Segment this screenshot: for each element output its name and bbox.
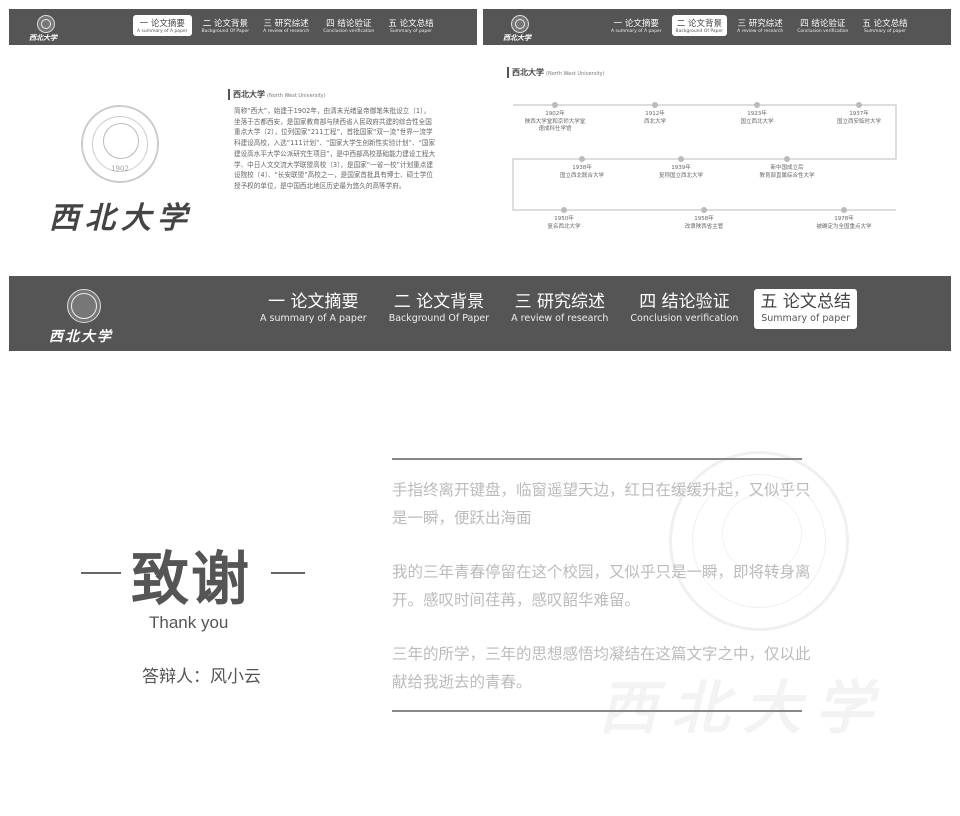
university-logo-text: 西北大学 [49, 329, 113, 345]
timeline-year: 1978年 [834, 216, 854, 222]
acknowledgement-paragraph: 三年的所学，三年的思想感悟均凝结在这篇文字之中，仅以此献给我逝去的青春。 [392, 645, 811, 691]
tab-conclusion[interactable]: 四 结论验证 Conclusion verification [624, 289, 744, 329]
quote-top-line [392, 458, 802, 460]
timeline-label: 1912年 西北大学 [600, 111, 710, 126]
defender-name: 答辩人：风小云 [142, 667, 261, 687]
section-title: 西北大学 (North West University) [228, 89, 326, 100]
title-right-dash [271, 572, 305, 574]
timeline-dot [841, 207, 847, 213]
tab-background[interactable]: 二 论文背景 Background Of Paper [383, 289, 495, 329]
timeline-year: 1902年 [545, 111, 565, 117]
timeline-event: 教育部直属综合性大学 [759, 172, 815, 179]
timeline-dot [652, 102, 658, 108]
timeline-year: 1950年 [554, 216, 574, 222]
timeline-label: 1958年 改隶陕西省主管 [649, 216, 759, 231]
timeline-dot [552, 102, 558, 108]
timeline-dot [701, 207, 707, 213]
thanks-title: 致谢 [131, 545, 252, 613]
timeline-year: 新中国成立后 [770, 165, 804, 171]
timeline-event: 速成科仕学馆 [538, 126, 572, 132]
timeline-event: 复称国立西北大学 [658, 172, 703, 179]
title-left-dash [81, 572, 121, 574]
slide-background-thumbnail[interactable]: 西北大学 一 论文摘要 A summary of A paper 二 论文背景 Ba… [483, 9, 951, 255]
timeline-event: 国立西安临时大学 [836, 118, 881, 125]
tab-review[interactable]: 三 研究综述 A review of research [505, 289, 614, 329]
tab-paper-summary[interactable]: 五 论文总结 Summary of paper [754, 289, 857, 329]
university-logo-text: 西北大学 [29, 33, 57, 42]
tab-paper-summary[interactable]: 五 论文总结 Summary of paper [384, 15, 437, 36]
timeline-dot [579, 156, 585, 162]
timeline-event: 陕西大学堂和京师大学堂 [524, 118, 586, 125]
timeline-event: 国立西北联合大学 [559, 172, 604, 179]
acknowledgement-paragraph: 我的三年青春停留在这个校园，又似乎只是一瞬，即将转身离开。感叹时间荏苒，感叹韶华… [392, 563, 811, 609]
tab-background[interactable]: 二 论文背景 Background Of Paper [198, 15, 254, 36]
university-seal-icon [37, 15, 55, 33]
university-calligraphy-logo: 西北大学 [49, 201, 193, 236]
tab-review[interactable]: 三 研究综述 A review of research [259, 15, 313, 36]
top-nav-bar: 西北大学 一 论文摘要 A summary of A paper 二 论文背景 Ba… [9, 276, 951, 351]
timeline-dot [754, 102, 760, 108]
timeline-event: 改隶陕西省主管 [684, 223, 724, 230]
timeline-year: 1958年 [694, 216, 714, 222]
timeline-label: 1978年 被确定为全国重点大学 [789, 216, 899, 231]
university-seal-icon: 1902 [81, 105, 159, 183]
timeline-year: 1939年 [671, 165, 691, 171]
timeline-dot [856, 102, 862, 108]
timeline-label: 1939年 复称国立西北大学 [626, 165, 736, 180]
top-nav-bar: 西北大学 一 论文摘要 A summary of A paper 二 论文背景 Ba… [9, 9, 477, 45]
timeline-event: 国立西北大学 [740, 118, 774, 125]
thanks-subtitle: Thank you [149, 613, 229, 632]
timeline-event: 复名西北大学 [547, 223, 581, 230]
university-intro-text: 简称“西大”，始建于1902年，由清末光绪皇帝御笔朱批设立〔1〕，坐落于古都西安… [234, 107, 436, 190]
timeline-year: 1938年 [572, 165, 592, 171]
timeline-label: 1902年 陕西大学堂和京师大学堂 速成科仕学馆 [500, 111, 610, 134]
tab-conclusion[interactable]: 四 结论验证 Conclusion verification [319, 15, 378, 36]
tab-summary[interactable]: 一 论文摘要 A summary of A paper [133, 15, 192, 36]
timeline-year: 1923年 [747, 111, 767, 117]
slide-thanks: 西北大学 一 论文摘要 A summary of A paper 二 论文背景 Ba… [9, 276, 951, 816]
nav-tabs: 一 论文摘要 A summary of A paper 二 论文背景 Backgro… [127, 15, 438, 36]
slide-summary-thumbnail[interactable]: 西北大学 一 论文摘要 A summary of A paper 二 论文背景 Ba… [9, 9, 477, 255]
timeline-dot [561, 207, 567, 213]
timeline-label: 1950年 复名西北大学 [509, 216, 619, 231]
timeline-label: 1938年 国立西北联合大学 [527, 165, 637, 180]
timeline-event: 西北大学 [643, 118, 666, 125]
university-seal-icon [67, 289, 101, 323]
timeline-label: 1923年 国立西北大学 [702, 111, 812, 126]
timeline-label: 新中国成立后 教育部直属综合性大学 [732, 165, 842, 180]
timeline-event: 被确定为全国重点大学 [816, 223, 872, 230]
nav-tabs: 一 论文摘要 A summary of A paper 二 论文背景 Backgro… [244, 289, 857, 329]
timeline-label: 1937年 国立西安临时大学 [804, 111, 914, 126]
timeline-year: 1912年 [645, 111, 665, 117]
quote-bottom-line [392, 710, 802, 712]
timeline-dot [678, 156, 684, 162]
timeline-dot [784, 156, 790, 162]
tab-summary[interactable]: 一 论文摘要 A summary of A paper [254, 289, 373, 329]
acknowledgement-paragraph: 手指终离开键盘，临窗遥望天边，红日在缓缓升起，又似乎只是一瞬，便跃出海面 [392, 481, 811, 527]
timeline-year: 1937年 [849, 111, 869, 117]
